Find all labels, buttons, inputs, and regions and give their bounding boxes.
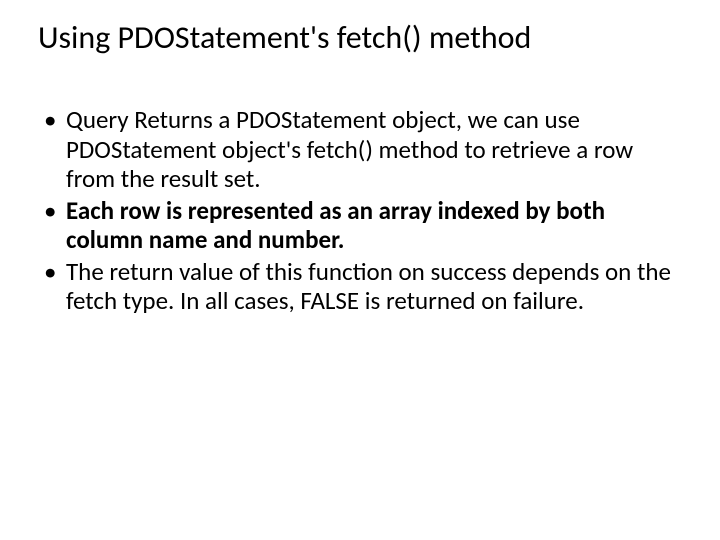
slide-title: Using PDOStatement's fetch() method [38, 18, 682, 57]
list-item: The return value of this function on suc… [38, 257, 682, 316]
bullet-text: Query Returns a PDOStatement object, we … [66, 104, 633, 194]
list-item: Each row is represented as an array inde… [38, 196, 682, 255]
list-item: Query Returns a PDOStatement object, we … [38, 105, 682, 194]
bullet-text: Each row is represented as an array inde… [66, 195, 605, 256]
bullet-text: The return value of this function on suc… [66, 256, 671, 317]
bullet-list: Query Returns a PDOStatement object, we … [38, 105, 682, 316]
